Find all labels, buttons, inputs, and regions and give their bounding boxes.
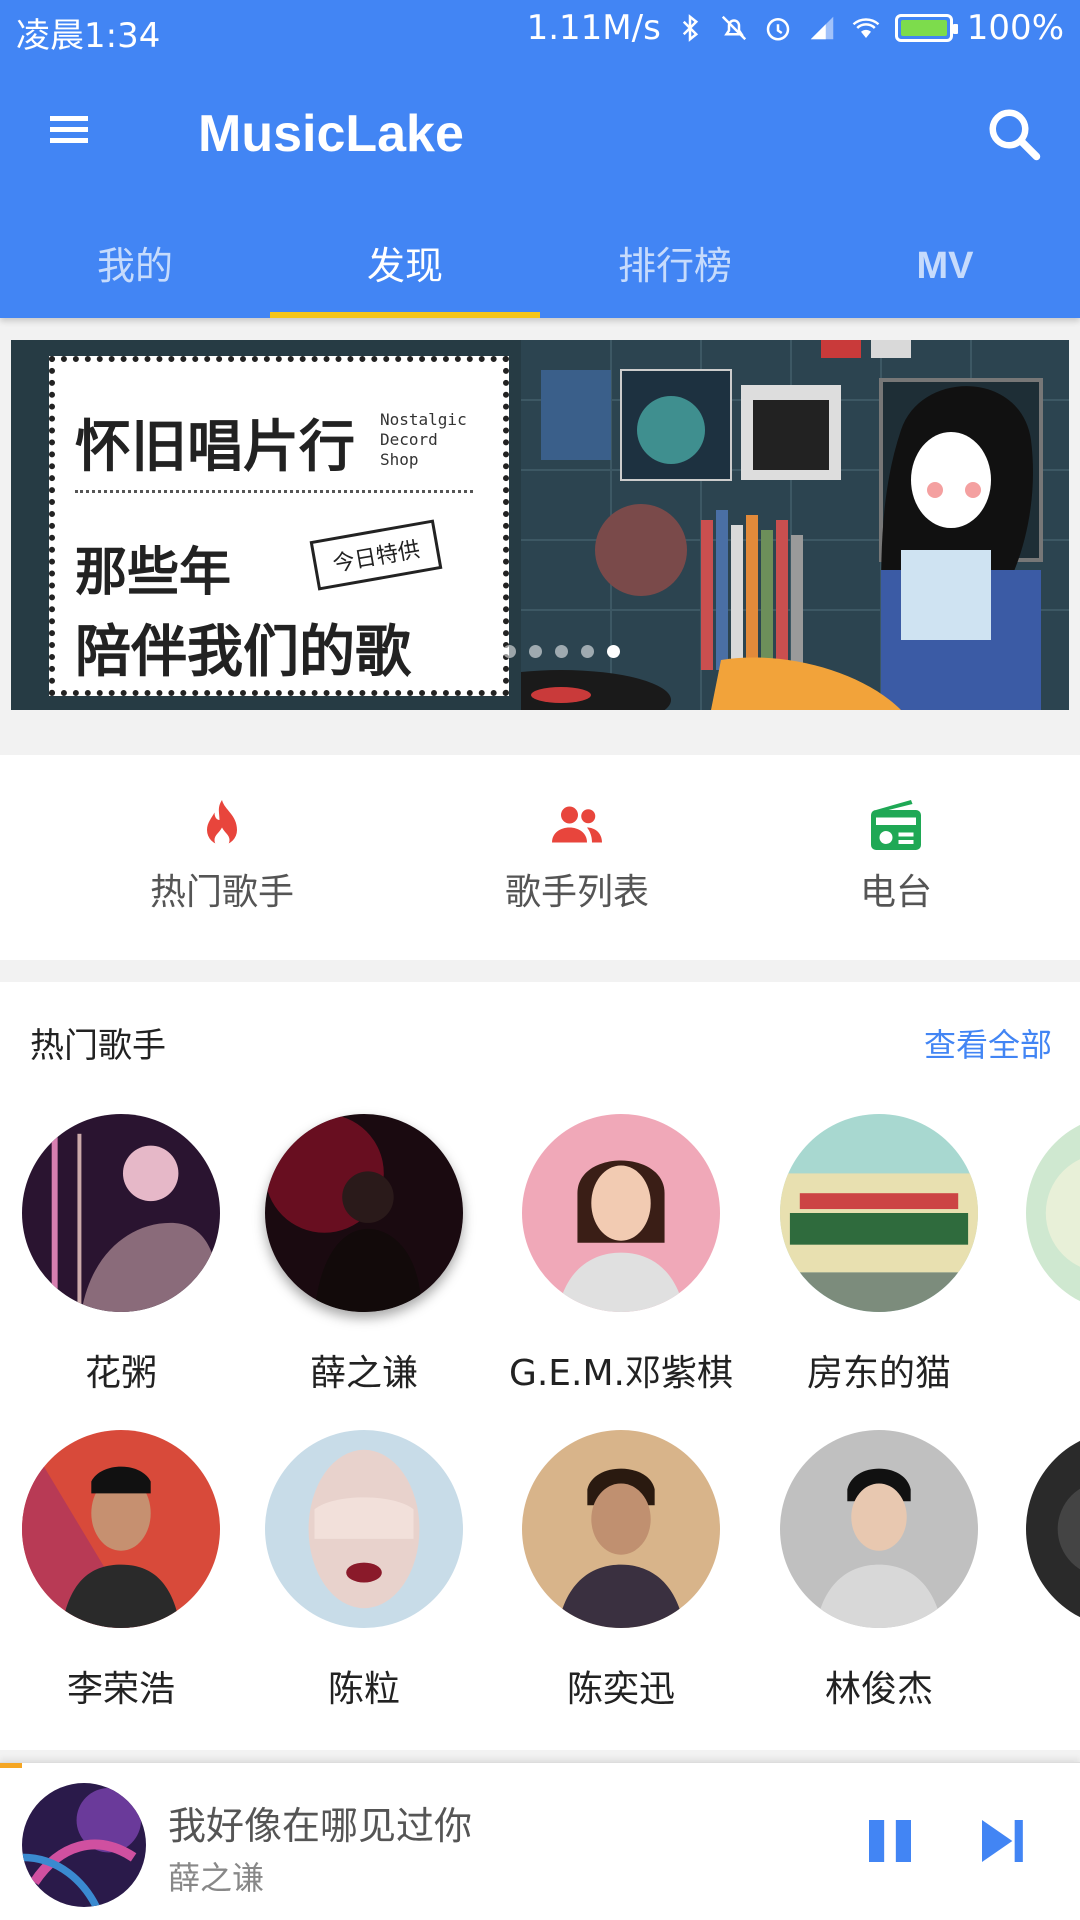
- banner-divider: [75, 490, 473, 493]
- singer-avatar: [265, 1114, 463, 1312]
- singer-card[interactable]: 林: [1000, 1430, 1080, 1712]
- entry-singer-list[interactable]: 歌手列表: [467, 795, 687, 915]
- singer-card[interactable]: 李荣浩: [0, 1430, 246, 1712]
- singer-name: G.E.M.邓紫棋: [508, 1353, 734, 1394]
- tab-mine[interactable]: 我的: [0, 228, 270, 318]
- view-all-link[interactable]: 查看全部: [924, 1020, 1052, 1066]
- album-cover[interactable]: [22, 1783, 146, 1907]
- battery-icon: [894, 14, 958, 42]
- toolbar: MusicLake: [0, 58, 1080, 208]
- tab-bar: 我的 发现 排行榜 MV: [0, 228, 1080, 318]
- singer-card[interactable]: 徐: [1000, 1114, 1080, 1396]
- network-speed: 1.11M/s: [526, 8, 661, 48]
- singer-name: 陈粒: [327, 1669, 400, 1710]
- entry-radio[interactable]: 电台: [786, 795, 1006, 915]
- battery-percent: 100%: [966, 8, 1064, 48]
- singer-card[interactable]: 薛之谦: [239, 1114, 489, 1396]
- banner-line2: 陪伴我们的歌: [75, 620, 411, 685]
- entry-label: 热门歌手: [149, 872, 294, 913]
- indicator-dot: [477, 645, 490, 658]
- banner-ticket: 怀旧唱片行 Nostalgic Decord Shop 那些年 今日特供 陪伴我…: [49, 356, 509, 696]
- singer-name: 林: [1000, 1660, 1080, 1712]
- singer-avatar: [780, 1430, 978, 1628]
- search-icon[interactable]: [984, 104, 1044, 164]
- status-bar: 凌晨1:34 1.11M/s 100%: [0, 0, 1080, 58]
- wifi-icon: [852, 18, 880, 38]
- banner-carousel[interactable]: 怀旧唱片行 Nostalgic Decord Shop 那些年 今日特供 陪伴我…: [11, 340, 1069, 710]
- song-artist: 薛之谦: [168, 1859, 265, 1897]
- alarm-icon: [766, 18, 790, 41]
- banner-title: 怀旧唱片行: [75, 414, 355, 480]
- playback-progress: [0, 1763, 22, 1768]
- status-time: 凌晨1:34: [16, 16, 161, 56]
- singer-name: 李荣浩: [66, 1669, 175, 1710]
- menu-icon[interactable]: [50, 110, 104, 156]
- singer-avatar: [265, 1430, 463, 1628]
- singer-avatar: [780, 1114, 978, 1312]
- entry-label: 电台: [859, 872, 932, 913]
- status-right: 1.11M/s 100%: [527, 8, 1064, 48]
- singer-avatar: [522, 1114, 720, 1312]
- app-root: 凌晨1:34 1.11M/s 100% MusicLake 我的 发现 排行榜 …: [0, 0, 1080, 1920]
- banner-stamp: 今日特供: [309, 519, 443, 591]
- mute-icon: [721, 15, 746, 41]
- skip-next-icon[interactable]: [975, 1813, 1031, 1869]
- singer-avatar: [22, 1114, 221, 1312]
- singer-name: 陈奕迅: [566, 1669, 675, 1710]
- singer-name: 花粥: [84, 1353, 157, 1394]
- singer-card[interactable]: 林俊杰: [754, 1430, 1004, 1712]
- song-title: 我好像在哪见过你: [168, 1804, 473, 1848]
- indicator-dot: [555, 645, 568, 658]
- indicator-dot: [529, 645, 542, 658]
- banner-line1: 那些年: [75, 543, 232, 603]
- indicator-dot: [503, 645, 516, 658]
- radio-icon: [871, 800, 921, 850]
- bluetooth-icon: [682, 14, 698, 42]
- singer-avatar: [1026, 1430, 1080, 1628]
- fire-icon: [207, 800, 237, 848]
- entry-hot-singers[interactable]: 热门歌手: [112, 795, 332, 915]
- singer-name: 房东的猫: [806, 1353, 951, 1394]
- quick-entries: 热门歌手 歌手列表 电台: [0, 755, 1080, 960]
- singer-avatar: [22, 1430, 220, 1628]
- signal-icon: [810, 16, 834, 40]
- singer-card[interactable]: G.E.M.邓紫棋: [496, 1114, 746, 1396]
- singer-name: 徐: [1000, 1344, 1080, 1396]
- tab-mv[interactable]: MV: [810, 228, 1080, 318]
- banner-indicator: [451, 645, 620, 658]
- singer-avatar: [522, 1430, 720, 1628]
- indicator-dot-active: [607, 645, 620, 658]
- singer-card[interactable]: 花粥: [0, 1114, 246, 1396]
- singer-name: 薛之谦: [309, 1353, 418, 1394]
- indicator-dot: [581, 645, 594, 658]
- entry-label: 歌手列表: [504, 872, 649, 913]
- people-icon: [552, 806, 602, 843]
- tab-charts[interactable]: 排行榜: [540, 228, 810, 318]
- indicator-dot: [451, 645, 464, 658]
- banner-subtitle-en: Nostalgic Decord Shop: [380, 410, 467, 469]
- mini-player[interactable]: 我好像在哪见过你 薛之谦: [0, 1762, 1080, 1920]
- pause-icon[interactable]: [862, 1813, 918, 1869]
- singer-card[interactable]: 陈粒: [239, 1430, 489, 1712]
- singer-name: 林俊杰: [824, 1669, 933, 1710]
- top-app-bar: 凌晨1:34 1.11M/s 100% MusicLake 我的 发现 排行榜 …: [0, 0, 1080, 318]
- singer-avatar: [1026, 1114, 1080, 1312]
- hot-singers-section: 热门歌手 查看全部 花粥 薛之谦 G.E.M.邓紫棋 房东的猫 李荣浩 陈粒 陈…: [0, 982, 1080, 1750]
- singer-card[interactable]: 房东的猫: [754, 1114, 1004, 1396]
- app-title: MusicLake: [198, 105, 464, 163]
- singer-card[interactable]: 陈奕迅: [496, 1430, 746, 1712]
- section-title: 热门歌手: [30, 1026, 166, 1066]
- tab-discover[interactable]: 发现: [270, 228, 540, 318]
